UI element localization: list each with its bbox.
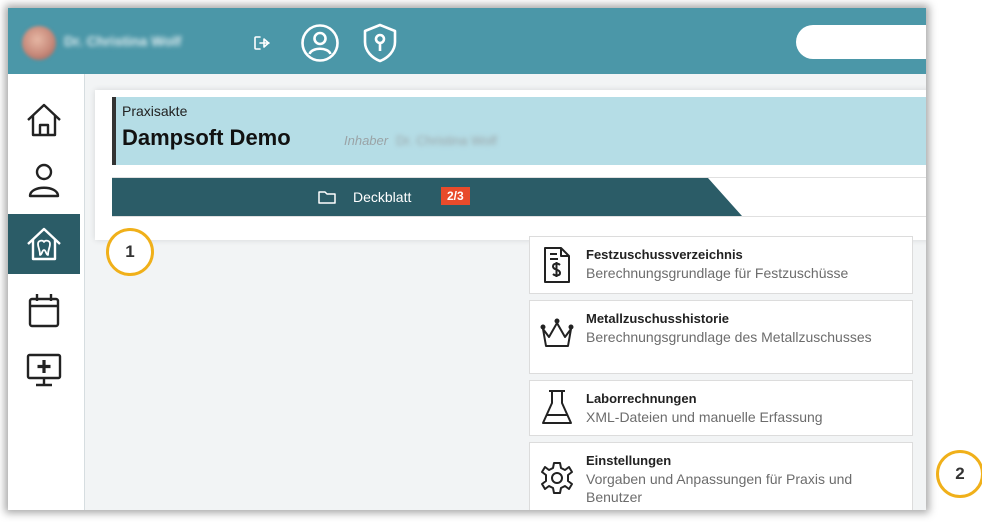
tile-description: Vorgaben und Anpassungen für Praxis und … — [586, 471, 853, 505]
tile-title: Metallzuschusshistorie — [586, 311, 730, 326]
main-content: Praxisakte Dampsoft Demo Inhaber Dr. Chr… — [85, 74, 926, 510]
user-circle-icon[interactable] — [300, 23, 340, 63]
crown-icon — [540, 318, 574, 347]
sidebar — [8, 74, 85, 510]
gear-icon — [541, 462, 573, 494]
top-bar: Dr. Christina Wolf — [8, 8, 926, 74]
practice-file-card: Praxisakte Dampsoft Demo Inhaber Dr. Chr… — [95, 90, 926, 240]
user-name[interactable]: Dr. Christina Wolf — [64, 33, 181, 49]
tile-title: Laborrechnungen — [586, 391, 697, 406]
tile-description: Berechnungsgrundlage des Metallzuschusse… — [586, 329, 872, 345]
document-dollar-icon — [544, 247, 570, 283]
tile-description: Berechnungsgrundlage für Festzuschüsse — [586, 265, 849, 281]
tile-einstellungen[interactable]: Einstellungen Vorgaben und Anpassungen f… — [529, 442, 913, 510]
practice-header: Praxisakte Dampsoft Demo Inhaber Dr. Chr… — [112, 97, 926, 165]
shield-key-icon[interactable] — [360, 22, 400, 64]
avatar[interactable] — [22, 26, 56, 60]
search-input[interactable] — [796, 25, 926, 59]
tile-title: Einstellungen — [586, 453, 672, 468]
logout-icon[interactable] — [252, 33, 272, 53]
tile-festzuschussverzeichnis[interactable]: Festzuschussverzeichnis Berechnungsgrund… — [529, 236, 913, 294]
tile-laborrechnungen[interactable]: Laborrechnungen XML-Dateien und manuelle… — [529, 380, 913, 436]
sidebar-item-home[interactable] — [8, 90, 80, 150]
sidebar-item-calendar[interactable] — [8, 280, 80, 340]
calendar-icon — [28, 294, 60, 328]
sidebar-item-monitor[interactable] — [8, 340, 80, 400]
home-icon — [27, 103, 61, 137]
sidebar-item-person[interactable] — [8, 150, 80, 210]
tab-label: Deckblatt — [353, 189, 412, 205]
tab-deckblatt[interactable]: Deckblatt 2/3 — [112, 178, 742, 216]
tab-badge: 2/3 — [441, 187, 470, 205]
callout-marker-2: 2 — [936, 450, 982, 498]
tile-title: Festzuschussverzeichnis — [586, 247, 743, 262]
practice-tooth-icon — [27, 227, 61, 261]
person-icon — [28, 163, 60, 198]
flask-icon — [542, 390, 572, 424]
sidebar-item-practice[interactable] — [8, 214, 80, 274]
owner-name: Dr. Christina Wolf — [396, 133, 497, 148]
monitor-plus-icon — [26, 353, 62, 387]
section-label: Praxisakte — [122, 103, 188, 119]
folder-icon — [318, 191, 336, 204]
owner-label: Inhaber — [344, 133, 389, 148]
tile-metallzuschusshistorie[interactable]: Metallzuschusshistorie Berechnungsgrundl… — [529, 300, 913, 374]
practice-name: Dampsoft Demo — [122, 125, 291, 150]
tab-bar: Deckblatt 2/3 — [112, 177, 926, 217]
tile-description: XML-Dateien und manuelle Erfassung — [586, 409, 823, 425]
callout-marker-1: 1 — [106, 228, 154, 276]
